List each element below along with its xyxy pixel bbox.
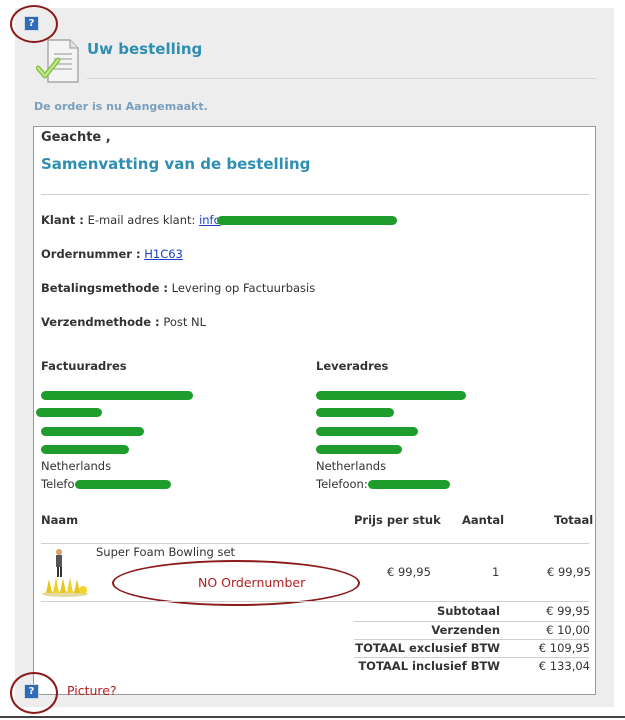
bottom-border — [0, 716, 625, 718]
shipping-value: Post NL — [163, 315, 207, 329]
product-thumbnail[interactable] — [40, 547, 90, 597]
column-header-quantity: Aantal — [462, 513, 505, 527]
annotation-circle-bottom — [10, 672, 58, 714]
billing-phone-label: Telefo — [41, 477, 75, 491]
payment-label: Betalingsmethode : — [41, 281, 168, 295]
annotation-no-ordernumber: NO Ordernumber — [198, 575, 306, 590]
delivery-address-heading: Leveradres — [316, 359, 389, 373]
total-excl-vat-value: € 109,95 — [538, 641, 590, 655]
delivery-phone-label: Telefoon: — [316, 477, 368, 491]
shipping-cost-value: € 10,00 — [546, 623, 590, 637]
shipping-row: Verzendmethode : Post NL — [41, 315, 206, 329]
redaction-mark — [367, 480, 450, 489]
column-header-name: Naam — [41, 513, 79, 527]
order-number-label: Ordernummer : — [41, 247, 141, 261]
page-title: Uw bestelling — [87, 40, 203, 58]
summary-title: Samenvatting van de bestelling — [41, 155, 311, 173]
redaction-mark — [216, 216, 397, 225]
subtotal-value: € 99,95 — [546, 604, 590, 618]
order-status-text: De order is nu Aangemaakt. — [34, 100, 208, 113]
redaction-mark — [74, 480, 171, 489]
column-header-total: Totaal — [554, 513, 594, 527]
billing-country: Netherlands — [41, 459, 112, 473]
item-total: € 99,95 — [547, 565, 591, 579]
subtotal-label: Subtotaal — [436, 604, 500, 618]
customer-email-label: E-mail adres klant: — [87, 213, 196, 227]
totals-divider — [354, 621, 589, 622]
annotation-picture: Picture? — [67, 683, 117, 698]
total-incl-vat-label: TOTAAL inclusief BTW — [358, 659, 500, 673]
total-excl-vat-label: TOTAAL exclusief BTW — [355, 641, 500, 655]
totals-divider — [354, 639, 589, 640]
summary-divider — [41, 194, 589, 195]
payment-row: Betalingsmethode : Levering op Factuurba… — [41, 281, 315, 295]
redaction-mark — [316, 391, 466, 400]
delivery-country: Netherlands — [316, 459, 387, 473]
redaction-mark — [41, 427, 144, 436]
redaction-mark — [316, 445, 402, 454]
table-items-divider — [41, 601, 589, 602]
greeting: Geachte , — [41, 130, 111, 145]
billing-address-heading: Factuuradres — [41, 359, 127, 373]
item-quantity: 1 — [492, 565, 500, 579]
billing-phone: Telefo — [41, 477, 171, 491]
order-summary-panel: Geachte , Samenvatting van de bestelling… — [33, 126, 596, 695]
order-number-row: Ordernummer : H1C63 — [41, 247, 183, 261]
item-price: € 99,95 — [387, 565, 431, 579]
customer-row: Klant : E-mail adres klant: info — [41, 213, 397, 227]
totals-divider — [354, 657, 589, 658]
redaction-mark — [41, 445, 129, 454]
delivery-phone: Telefoon: — [316, 477, 450, 491]
column-header-price: Prijs per stuk — [354, 513, 441, 527]
total-incl-vat-value: € 133,04 — [538, 659, 590, 673]
redaction-mark — [36, 408, 102, 417]
customer-label: Klant : — [41, 213, 84, 227]
shipping-label: Verzendmethode : — [41, 315, 160, 329]
table-header-divider — [41, 543, 589, 544]
item-name: Super Foam Bowling set — [96, 545, 236, 559]
redaction-mark — [316, 427, 418, 436]
redaction-mark — [316, 408, 394, 417]
redaction-mark — [41, 391, 193, 400]
header-divider — [87, 78, 596, 79]
payment-value: Levering op Factuurbasis — [171, 281, 316, 295]
order-number-link[interactable]: H1C63 — [144, 247, 183, 261]
shipping-cost-label: Verzenden — [431, 623, 500, 637]
document-check-icon — [36, 39, 79, 83]
